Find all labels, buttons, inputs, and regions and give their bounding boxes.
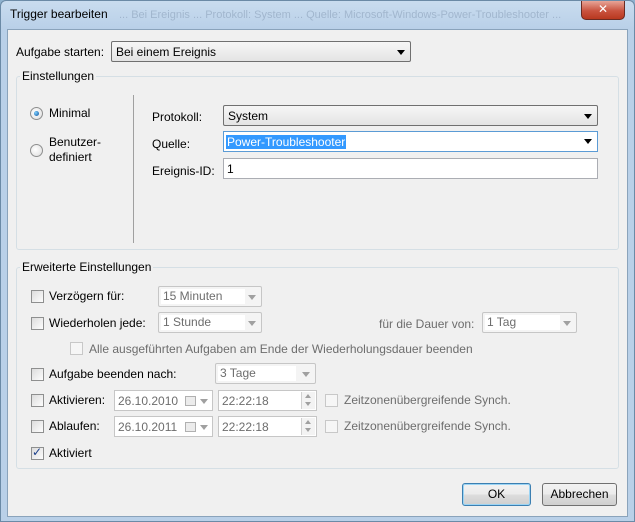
background-window-title: ... Bei Ereignis ... Protokoll: System .…: [119, 9, 562, 21]
activate-sync-label: Zeitzonenübergreifende Synch.: [344, 393, 511, 407]
chevron-down-icon: [302, 372, 310, 377]
radio-custom-label-line2[interactable]: definiert: [49, 150, 92, 164]
start-task-label: Aufgabe starten:: [16, 45, 105, 59]
start-task-value: Bei einem Ereignis: [116, 45, 217, 59]
close-button[interactable]: ✕: [581, 1, 625, 20]
expire-label[interactable]: Ablaufen:: [49, 419, 100, 433]
event-id-input[interactable]: 1: [223, 158, 598, 179]
chevron-down-icon: [248, 321, 256, 326]
activate-date-value: 26.10.2010: [118, 394, 179, 408]
window-title: Trigger bearbeiten: [10, 7, 108, 21]
expire-date-value: 26.10.2011: [118, 420, 178, 434]
stop-all-label: Alle ausgeführten Aufgaben am Ende der W…: [89, 342, 473, 356]
radio-minimal[interactable]: [30, 107, 43, 120]
chevron-down-icon: [563, 321, 571, 326]
protocol-value: System: [228, 109, 269, 123]
checkmark-icon: ✓: [32, 445, 43, 459]
activate-time-value: 22:22:18: [222, 394, 269, 408]
delay-checkbox[interactable]: [31, 290, 44, 303]
chevron-down-icon: [397, 50, 405, 55]
repeat-checkbox[interactable]: [31, 317, 44, 330]
duration-dropdown[interactable]: 1 Tag: [482, 312, 577, 333]
spin-down-icon: [305, 402, 311, 406]
repeat-label[interactable]: Wiederholen jede:: [49, 316, 146, 330]
repeat-value: 1 Stunde: [161, 315, 245, 330]
source-value: Power-Troubleshooter: [226, 135, 347, 149]
expire-checkbox[interactable]: [31, 420, 44, 433]
activate-checkbox[interactable]: [31, 394, 44, 407]
expire-sync-label: Zeitzonenübergreifende Synch.: [344, 419, 511, 433]
spin-up-icon: [305, 394, 311, 398]
calendar-icon: [185, 422, 196, 432]
stop-after-checkbox[interactable]: [31, 368, 44, 381]
chevron-down-icon: [200, 399, 208, 404]
radio-selected-dot: [34, 111, 39, 116]
expire-time-input[interactable]: 22:22:18: [218, 416, 317, 437]
activate-date-picker[interactable]: 26.10.2010: [114, 390, 213, 411]
enabled-label[interactable]: Aktiviert: [49, 446, 92, 460]
duration-label: für die Dauer von:: [379, 317, 475, 331]
chevron-down-icon: [248, 295, 256, 300]
settings-separator: [133, 95, 134, 243]
enabled-checkbox[interactable]: ✓: [31, 445, 44, 460]
radio-minimal-label[interactable]: Minimal: [49, 106, 90, 120]
source-combo-input[interactable]: Power-Troubleshooter: [223, 131, 598, 152]
ok-button[interactable]: OK: [462, 483, 531, 506]
cancel-button[interactable]: Abbrechen: [542, 483, 617, 506]
event-id-label: Ereignis-ID:: [152, 164, 215, 178]
radio-custom-label-line1[interactable]: Benutzer-: [49, 135, 101, 149]
chevron-down-icon: [584, 114, 592, 119]
advanced-group-title: Erweiterte Einstellungen: [20, 260, 154, 274]
radio-custom[interactable]: [30, 144, 43, 157]
chevron-down-icon: [200, 425, 208, 430]
delay-dropdown[interactable]: 15 Minuten: [158, 286, 262, 307]
spin-up-icon: [305, 420, 311, 424]
stop-after-value: 3 Tage: [218, 366, 296, 381]
chevron-down-icon: [584, 139, 592, 144]
source-label: Quelle:: [152, 137, 191, 151]
settings-group-title: Einstellungen: [20, 69, 97, 83]
activate-sync-checkbox[interactable]: [325, 394, 338, 407]
calendar-icon: [185, 396, 196, 406]
stop-all-checkbox[interactable]: [70, 342, 83, 355]
protocol-dropdown[interactable]: System: [223, 105, 598, 126]
protocol-label: Protokoll:: [152, 110, 203, 124]
activate-time-spinner[interactable]: [301, 392, 315, 409]
title-bar[interactable]: Trigger bearbeiten ... Bei Ereignis ... …: [1, 1, 634, 29]
activate-label[interactable]: Aktivieren:: [49, 393, 105, 407]
expire-time-spinner[interactable]: [301, 418, 315, 435]
expire-time-value: 22:22:18: [222, 420, 269, 434]
start-task-dropdown[interactable]: Bei einem Ereignis: [111, 41, 411, 62]
activate-time-input[interactable]: 22:22:18: [218, 390, 317, 411]
dialog-window: Trigger bearbeiten ... Bei Ereignis ... …: [0, 0, 635, 522]
event-id-value: 1: [227, 162, 234, 176]
delay-value: 15 Minuten: [161, 289, 245, 304]
spin-down-icon: [305, 428, 311, 432]
repeat-dropdown[interactable]: 1 Stunde: [158, 312, 262, 333]
dialog-client-area: Aufgabe starten: Bei einem Ereignis Eins…: [7, 29, 628, 517]
stop-after-label[interactable]: Aufgabe beenden nach:: [49, 367, 176, 381]
stop-after-dropdown[interactable]: 3 Tage: [215, 363, 316, 384]
delay-label[interactable]: Verzögern für:: [49, 289, 124, 303]
expire-date-picker[interactable]: 26.10.2011: [114, 416, 213, 437]
duration-value: 1 Tag: [485, 315, 560, 330]
expire-sync-checkbox[interactable]: [325, 420, 338, 433]
